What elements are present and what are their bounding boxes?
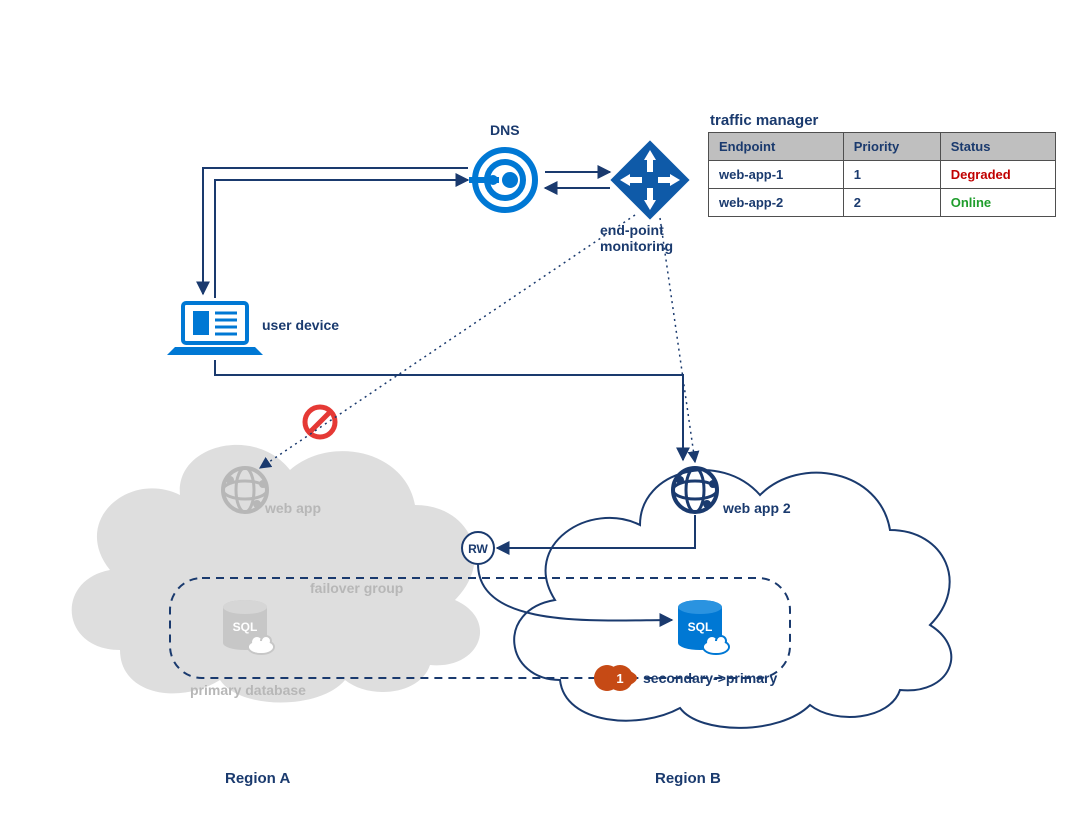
- traffic-manager-table: Endpoint Priority Status web-app-1 1 Deg…: [708, 132, 1056, 217]
- web-app-a-label: web app: [265, 500, 321, 516]
- rw-node: RW: [462, 532, 494, 564]
- conn-tm-monitor-b: [660, 218, 695, 462]
- dns-icon: [469, 150, 535, 210]
- failover-group-label: failover group: [310, 580, 403, 596]
- tm-row: web-app-2 2 Online: [709, 189, 1056, 217]
- svg-text:SQL: SQL: [233, 620, 258, 634]
- blocked-icon: [305, 407, 335, 437]
- primary-db-label: primary database: [190, 682, 306, 698]
- conn-webapp2-to-rw: [497, 515, 695, 548]
- user-device-icon: [167, 303, 263, 355]
- tm-cell-endpoint: web-app-1: [709, 161, 844, 189]
- traffic-manager-title: traffic manager: [710, 112, 818, 129]
- tm-row: web-app-1 1 Degraded: [709, 161, 1056, 189]
- conn-dns-to-user: [203, 168, 468, 294]
- callout-1-text: 1: [616, 671, 623, 686]
- failover-group-box: [170, 578, 790, 678]
- web-app-b-icon: [673, 468, 717, 512]
- region-b-label: Region B: [655, 770, 721, 787]
- conn-tm-monitor-a: [260, 215, 635, 468]
- endpoint-monitoring-label: end-point monitoring: [600, 222, 673, 254]
- cloud-region-a: [72, 445, 480, 703]
- diagram-canvas: RW SQL SQL: [0, 0, 1090, 836]
- conn-user-to-webapp2: [215, 360, 683, 460]
- callout-1: 1: [594, 665, 646, 691]
- rw-label: RW: [468, 542, 488, 556]
- tm-col-endpoint: Endpoint: [709, 133, 844, 161]
- secondary-db-label: secondary->primary: [643, 670, 777, 686]
- conn-user-to-dns: [215, 180, 468, 298]
- conn-rw-to-sqlb: [478, 564, 672, 621]
- web-app-b-label: web app 2: [723, 500, 791, 516]
- user-device-label: user device: [262, 317, 339, 333]
- tm-cell-priority: 2: [843, 189, 940, 217]
- tm-cell-status: Online: [940, 189, 1055, 217]
- tm-cell-endpoint: web-app-2: [709, 189, 844, 217]
- region-a-label: Region A: [225, 770, 290, 787]
- tm-col-status: Status: [940, 133, 1055, 161]
- svg-text:SQL: SQL: [688, 620, 713, 634]
- tm-col-priority: Priority: [843, 133, 940, 161]
- traffic-manager-icon: [610, 140, 689, 219]
- tm-cell-priority: 1: [843, 161, 940, 189]
- tm-cell-status: Degraded: [940, 161, 1055, 189]
- sql-db-b-icon: SQL: [678, 600, 729, 654]
- web-app-a-icon: [223, 468, 267, 512]
- sql-db-a-icon: SQL: [223, 600, 274, 654]
- dns-label: DNS: [490, 122, 520, 138]
